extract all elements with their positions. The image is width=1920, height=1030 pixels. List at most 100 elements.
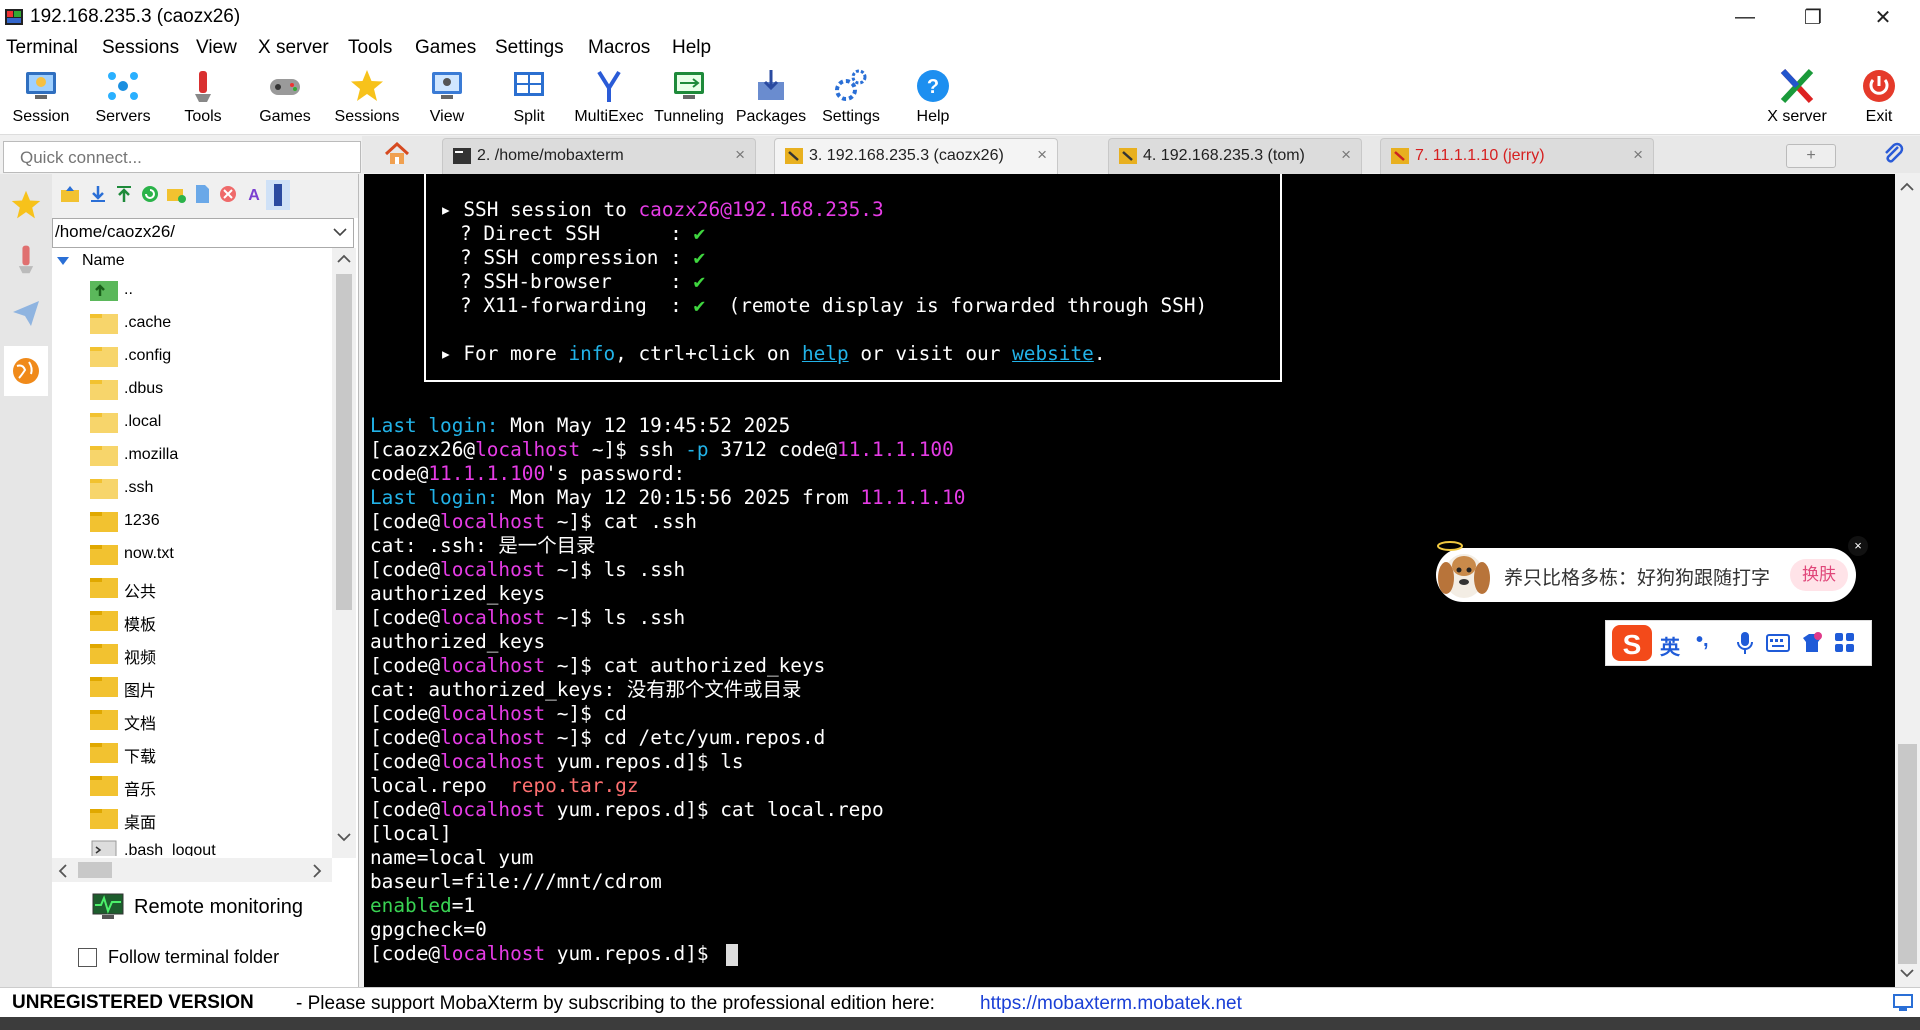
settings-button[interactable]: Settings (812, 64, 890, 134)
sogou-logo-icon[interactable]: S (1610, 623, 1654, 663)
name-column-header[interactable]: Name (52, 248, 330, 274)
ime-punctuation-toggle[interactable]: •, (1696, 629, 1709, 652)
split-button[interactable]: Split (490, 64, 568, 134)
minimize-button[interactable]: — (1716, 0, 1774, 34)
status-monitor-icon[interactable] (1893, 994, 1913, 1012)
help-link[interactable]: help (802, 342, 849, 365)
help-button[interactable]: ? Help (894, 64, 972, 134)
file-row[interactable]: 图片 (52, 670, 330, 703)
download-icon[interactable] (88, 184, 108, 204)
packages-button[interactable]: Packages (732, 64, 810, 134)
tab-jerry-session[interactable]: 7. 11.1.1.10 (jerry) × (1380, 138, 1654, 174)
view-button[interactable]: View (408, 64, 486, 134)
upload-icon[interactable] (114, 184, 134, 204)
follow-terminal-folder[interactable]: Follow terminal folder (78, 942, 358, 972)
exit-button[interactable]: Exit (1840, 64, 1918, 134)
menu-xserver[interactable]: X server (258, 37, 329, 59)
new-tab-button[interactable]: + (1786, 144, 1836, 168)
skin-icon[interactable] (1800, 631, 1824, 655)
menu-games[interactable]: Games (415, 37, 476, 59)
new-folder-icon[interactable] (166, 184, 186, 204)
home-tab-button[interactable] (384, 141, 410, 171)
apps-grid-icon[interactable] (1834, 632, 1856, 654)
tab-tom-session[interactable]: 4. 192.168.235.3 (tom) × (1108, 138, 1362, 174)
file-row[interactable]: 视频 (52, 637, 330, 670)
file-row[interactable]: now.txt (52, 538, 330, 571)
quick-connect-input[interactable] (18, 144, 352, 172)
delete-icon[interactable] (218, 184, 238, 204)
rename-icon[interactable]: A (244, 184, 264, 204)
tunneling-button[interactable]: Tunneling (650, 64, 728, 134)
close-window-button[interactable]: ✕ (1854, 0, 1912, 34)
terminal-scrollbar-thumb[interactable] (1898, 744, 1917, 964)
tab-close-icon[interactable]: × (1037, 145, 1047, 165)
path-dropdown[interactable]: /home/caozx26/ (52, 218, 354, 248)
sessions-button[interactable]: Sessions (328, 64, 406, 134)
tab-close-icon[interactable]: × (1633, 145, 1643, 165)
file-row[interactable]: .ssh (52, 472, 330, 505)
file-row[interactable]: .bash_logout (52, 835, 330, 856)
mobatek-link[interactable]: https://mobaxterm.mobatek.net (980, 993, 1242, 1015)
menu-sessions[interactable]: Sessions (102, 37, 179, 59)
tab-close-icon[interactable]: × (1341, 145, 1351, 165)
file-row[interactable]: 公共 (52, 571, 330, 604)
tab-close-icon[interactable]: × (735, 145, 745, 165)
change-skin-button[interactable]: 换肤 (1790, 559, 1848, 591)
popup-close-icon[interactable]: × (1848, 536, 1868, 556)
menu-terminal[interactable]: Terminal (6, 37, 78, 59)
attach-button[interactable] (1882, 142, 1906, 171)
terminal-scrollbar[interactable] (1895, 174, 1920, 987)
menu-tools[interactable]: Tools (348, 37, 392, 59)
ime-language-toggle[interactable]: 英 (1660, 631, 1680, 660)
new-file-icon[interactable] (192, 184, 212, 204)
session-button[interactable]: Session (2, 64, 80, 134)
file-row[interactable]: 文档 (52, 703, 330, 736)
scroll-down-icon[interactable] (1900, 968, 1914, 978)
hscrollbar-thumb[interactable] (78, 862, 112, 878)
scrollbar-thumb[interactable] (336, 274, 352, 610)
file-row[interactable]: 桌面 (52, 802, 330, 835)
file-row[interactable]: 1236 (52, 505, 330, 538)
sidebar-tools-button[interactable] (4, 234, 48, 284)
file-row[interactable]: .mozilla (52, 439, 330, 472)
sidebar-macros-button[interactable] (4, 288, 48, 338)
remote-monitoring-button[interactable]: Remote monitoring (92, 888, 352, 928)
games-button[interactable]: Games (246, 64, 324, 134)
microphone-icon[interactable] (1736, 631, 1754, 655)
file-row[interactable]: 音乐 (52, 769, 330, 802)
menu-view[interactable]: View (196, 37, 237, 59)
tab-home-mobaxterm[interactable]: 2. /home/mobaxterm × (442, 138, 756, 174)
menu-macros[interactable]: Macros (588, 37, 650, 59)
follow-terminal-checkbox[interactable] (78, 948, 97, 967)
file-row[interactable]: .config (52, 340, 330, 373)
sidebar-sftp-button[interactable] (4, 346, 48, 396)
tab-caozx26-session[interactable]: 3. 192.168.235.3 (caozx26) × (774, 138, 1058, 174)
file-row-parent[interactable]: .. (52, 274, 330, 307)
scroll-right-icon[interactable] (312, 864, 322, 878)
file-row[interactable]: .cache (52, 307, 330, 340)
scroll-down-icon[interactable] (337, 832, 351, 842)
file-row[interactable]: 模板 (52, 604, 330, 637)
permissions-icon[interactable] (266, 180, 290, 210)
multiexec-button[interactable]: MultiExec (570, 64, 648, 134)
file-row[interactable]: .local (52, 406, 330, 439)
scroll-up-icon[interactable] (1900, 182, 1914, 192)
restore-button[interactable]: ❐ (1784, 0, 1842, 34)
tools-button[interactable]: Tools (164, 64, 242, 134)
split-icon (514, 72, 544, 96)
refresh-icon[interactable] (140, 184, 160, 204)
file-list-hscrollbar[interactable] (52, 858, 332, 882)
scroll-left-icon[interactable] (58, 864, 68, 878)
website-link[interactable]: website (1012, 342, 1094, 365)
file-list-vscrollbar[interactable] (332, 248, 356, 858)
scroll-up-icon[interactable] (337, 254, 351, 264)
file-row[interactable]: .dbus (52, 373, 330, 406)
sidebar-sessions-button[interactable] (4, 180, 48, 230)
folder-up-icon[interactable] (60, 184, 80, 204)
menu-help[interactable]: Help (672, 37, 711, 59)
keyboard-icon[interactable] (1766, 633, 1790, 653)
file-row[interactable]: 下载 (52, 736, 330, 769)
servers-button[interactable]: Servers (84, 64, 162, 134)
menu-settings[interactable]: Settings (495, 37, 564, 59)
xserver-button[interactable]: X server (1758, 64, 1836, 134)
